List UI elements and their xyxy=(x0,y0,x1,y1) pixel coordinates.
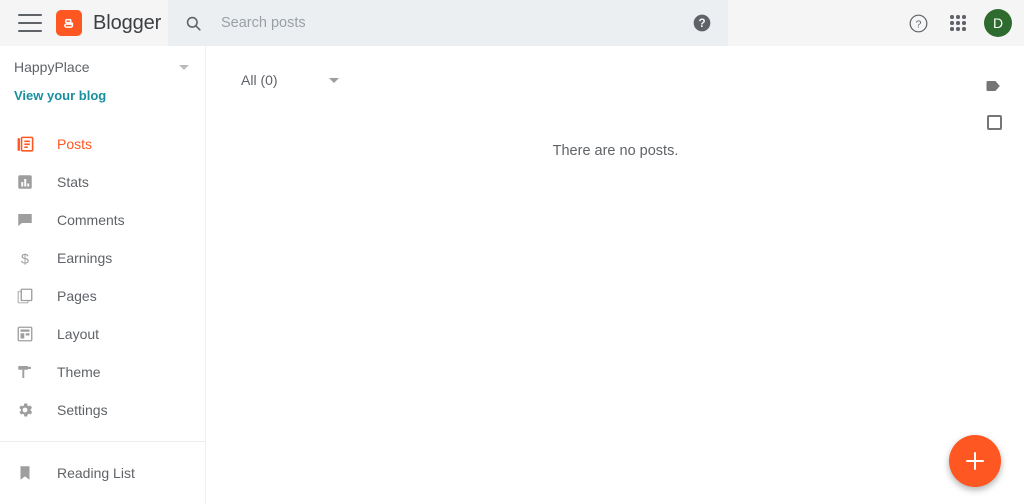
sidebar-divider xyxy=(0,441,205,442)
sidebar-item-stats[interactable]: Stats xyxy=(0,163,205,201)
post-tools xyxy=(984,76,1004,130)
settings-icon xyxy=(14,399,36,421)
apps-grid-icon[interactable] xyxy=(938,3,978,43)
sidebar-item-label: Stats xyxy=(57,174,89,190)
select-all-checkbox[interactable] xyxy=(986,115,1002,130)
blog-name: HappyPlace xyxy=(14,59,90,75)
main-content: All (0) There are no posts. xyxy=(207,46,1024,504)
post-filter-label: All (0) xyxy=(241,72,278,88)
header-actions: ? D xyxy=(898,0,1024,46)
sidebar-item-reading-list[interactable]: Reading List xyxy=(0,454,205,492)
posts-icon xyxy=(14,133,36,155)
blogger-app: Blogger ? ? xyxy=(0,0,1024,504)
layout-icon xyxy=(14,323,36,345)
sidebar-item-label: Earnings xyxy=(57,250,113,266)
sidebar-item-label: Layout xyxy=(57,326,100,342)
new-post-button[interactable] xyxy=(949,435,1001,487)
search-icon xyxy=(184,14,203,33)
post-filter-dropdown[interactable]: All (0) xyxy=(241,72,339,88)
brand[interactable]: Blogger xyxy=(56,10,161,36)
sidebar-item-label: Pages xyxy=(57,288,97,304)
top-header: Blogger ? ? xyxy=(0,0,1024,46)
search-input[interactable] xyxy=(221,15,692,31)
chevron-down-icon xyxy=(328,77,339,83)
help-outline-icon[interactable]: ? xyxy=(898,3,938,43)
sidebar-item-pages[interactable]: Pages xyxy=(0,277,205,315)
hamburger-menu-icon[interactable] xyxy=(18,14,42,32)
search-bar[interactable]: ? xyxy=(168,0,728,46)
brand-name: Blogger xyxy=(93,11,162,34)
empty-state-message: There are no posts. xyxy=(552,143,679,159)
view-your-blog-link[interactable]: View your blog xyxy=(0,88,205,103)
sidebar-item-earnings[interactable]: $ Earnings xyxy=(0,239,205,277)
sidebar-item-theme[interactable]: Theme xyxy=(0,353,205,391)
sidebar-item-label: Settings xyxy=(57,402,108,418)
blogger-logo-icon xyxy=(56,10,82,36)
theme-icon xyxy=(14,361,36,383)
sidebar-item-layout[interactable]: Layout xyxy=(0,315,205,353)
svg-text:$: $ xyxy=(21,251,29,267)
blog-selector[interactable]: HappyPlace xyxy=(0,52,205,82)
help-filled-icon[interactable]: ? xyxy=(692,13,712,33)
comments-icon xyxy=(14,209,36,231)
avatar[interactable]: D xyxy=(984,9,1012,37)
plus-icon xyxy=(965,451,985,471)
sidebar-item-posts[interactable]: Posts xyxy=(0,125,205,163)
pages-icon xyxy=(14,285,36,307)
sidebar: HappyPlace View your blog Posts Stats Co… xyxy=(0,46,206,504)
stats-icon xyxy=(14,171,36,193)
label-tag-icon[interactable] xyxy=(984,76,1004,96)
sidebar-item-label: Posts xyxy=(57,136,93,152)
svg-text:?: ? xyxy=(698,17,705,30)
bookmark-icon xyxy=(14,462,36,484)
earnings-icon: $ xyxy=(14,247,36,269)
sidebar-item-label: Reading List xyxy=(57,465,135,481)
sidebar-item-label: Comments xyxy=(57,212,125,228)
sidebar-nav: Posts Stats Comments $ Earnings Pages La… xyxy=(0,125,205,504)
sidebar-item-label: Theme xyxy=(57,364,101,380)
sidebar-item-settings[interactable]: Settings xyxy=(0,391,205,429)
svg-text:?: ? xyxy=(915,18,921,30)
chevron-down-icon xyxy=(179,64,189,70)
sidebar-item-comments[interactable]: Comments xyxy=(0,201,205,239)
